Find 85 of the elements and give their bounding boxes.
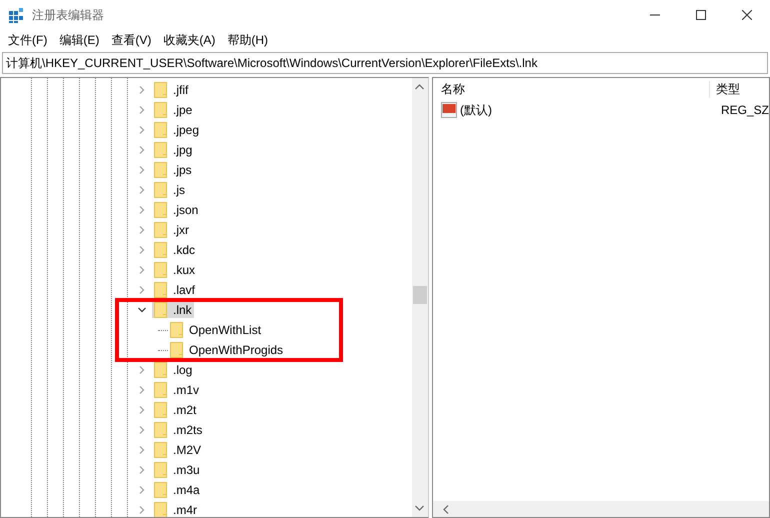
expand-chevron-icon[interactable] [138, 206, 146, 214]
tree-item[interactable]: .jpeg [152, 122, 202, 138]
folder-icon [154, 162, 167, 178]
folder-icon [154, 362, 167, 378]
folder-icon [154, 382, 167, 398]
tree-item[interactable]: .kdc [152, 242, 198, 258]
tree-item[interactable]: .m2ts [152, 422, 204, 438]
folder-icon [154, 482, 167, 498]
column-header[interactable]: 名称 [432, 80, 710, 98]
close-icon[interactable] [742, 10, 752, 20]
expand-chevron-icon[interactable] [138, 506, 146, 514]
app-icon [8, 7, 24, 23]
folder-icon [154, 82, 167, 98]
expand-chevron-icon[interactable] [138, 466, 146, 474]
tree-item[interactable]: .jfif [152, 82, 190, 98]
folder-icon [170, 342, 183, 358]
tree-item[interactable]: .lnk [152, 302, 194, 318]
tree-item[interactable]: .jps [152, 162, 194, 178]
expand-chevron-icon[interactable] [138, 246, 146, 254]
tree-item[interactable]: .json [152, 202, 200, 218]
tree-item[interactable]: .js [152, 182, 187, 198]
folder-icon [154, 182, 167, 198]
tree-item[interactable]: .jpe [152, 102, 194, 118]
menu-item[interactable]: 编辑(E) [53, 32, 106, 48]
tree-item[interactable]: .log [152, 362, 194, 378]
scroll-left-icon[interactable] [442, 504, 449, 514]
expand-chevron-icon[interactable] [138, 226, 146, 234]
expand-chevron-icon[interactable] [138, 106, 146, 114]
collapse-chevron-icon[interactable] [138, 306, 146, 314]
value-type: REG_SZ [720, 103, 769, 117]
folder-icon [154, 462, 167, 478]
expand-chevron-icon[interactable] [138, 126, 146, 134]
scrollbar[interactable] [432, 501, 769, 517]
folder-icon [154, 262, 167, 278]
folder-icon [154, 402, 167, 418]
tree-item[interactable]: .m2t [152, 402, 198, 418]
expand-chevron-icon[interactable] [138, 166, 146, 174]
folder-icon [154, 422, 167, 438]
tree-item[interactable]: .jxr [152, 222, 191, 238]
folder-icon [154, 442, 167, 458]
maximize-icon[interactable] [696, 10, 706, 20]
folder-icon [154, 202, 167, 218]
menu-item[interactable]: 文件(F) [2, 32, 54, 48]
tree-item[interactable]: .m4a [152, 482, 202, 498]
expand-chevron-icon[interactable] [138, 266, 146, 274]
expand-chevron-icon[interactable] [138, 426, 146, 434]
scroll-down-icon[interactable] [415, 505, 424, 511]
expand-chevron-icon[interactable] [138, 446, 146, 454]
string-value-icon [440, 102, 457, 118]
expand-chevron-icon[interactable] [138, 486, 146, 494]
menu-item[interactable]: 帮助(H) [221, 32, 274, 48]
expand-chevron-icon[interactable] [138, 146, 146, 154]
folder-icon [170, 322, 183, 338]
menu-item[interactable]: 查看(V) [105, 32, 158, 48]
folder-icon [154, 142, 167, 158]
folder-icon [154, 502, 167, 517]
tree-item[interactable]: OpenWithList [168, 322, 264, 338]
menu-item[interactable]: 收藏夹(A) [157, 32, 222, 48]
address-bar[interactable]: 计算机\HKEY_CURRENT_USER\Software\Microsoft\Windows\CurrentVersion\Explorer\FileExts\.lnk [2, 52, 768, 74]
folder-icon [154, 102, 167, 118]
expand-chevron-icon[interactable] [138, 286, 146, 294]
expand-chevron-icon[interactable] [138, 186, 146, 194]
tree-item[interactable]: .m4r [152, 502, 199, 517]
scroll-up-icon[interactable] [415, 84, 424, 90]
expand-chevron-icon[interactable] [138, 406, 146, 414]
scroll-thumb[interactable] [412, 286, 427, 304]
folder-icon [154, 302, 167, 318]
tree-item[interactable]: .kux [152, 262, 198, 278]
value-name[interactable]: (默认) [460, 102, 721, 118]
expand-chevron-icon[interactable] [138, 386, 146, 394]
tree-item[interactable]: .jpg [152, 142, 194, 158]
window-title: 注册表编辑器 [32, 6, 104, 24]
tree-item[interactable]: OpenWithProgids [168, 342, 286, 358]
expand-chevron-icon[interactable] [138, 86, 146, 94]
tree-item[interactable]: .lavf [152, 282, 198, 298]
tree-item[interactable]: .m3u [152, 462, 202, 478]
folder-icon [154, 282, 167, 298]
folder-icon [154, 122, 167, 138]
tree-item[interactable]: .m1v [152, 382, 202, 398]
expand-chevron-icon[interactable] [138, 366, 146, 374]
column-header[interactable]: 类型 [710, 80, 740, 98]
tree-item[interactable]: .M2V [152, 442, 204, 458]
folder-icon [154, 242, 167, 258]
scrollbar[interactable] [412, 78, 428, 517]
folder-icon [154, 222, 167, 238]
